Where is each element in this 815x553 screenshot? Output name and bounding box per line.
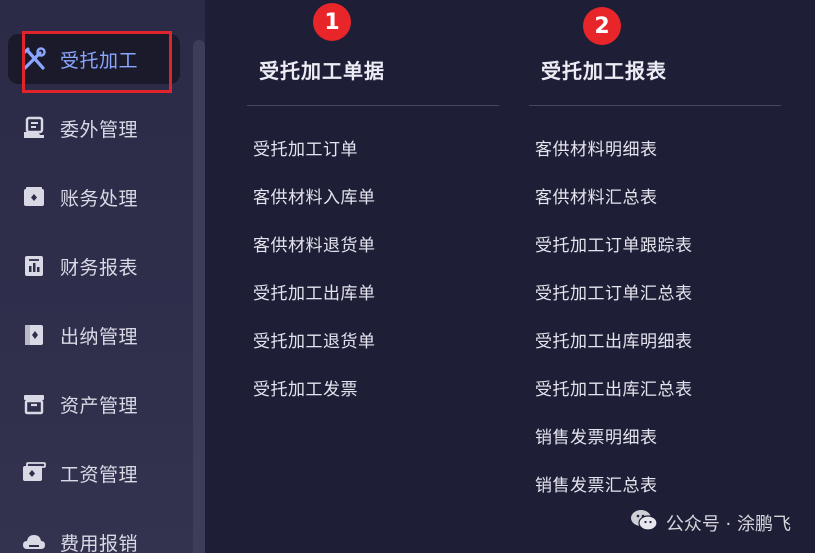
- menu-link[interactable]: 销售发票明细表: [535, 423, 658, 448]
- section-divider: [529, 105, 781, 106]
- watermark: 公众号 · 涂鹏飞: [630, 508, 791, 537]
- sidebar-item-payroll[interactable]: 工资管理: [8, 448, 180, 498]
- highlight-annotation: [22, 31, 172, 93]
- menu-link[interactable]: 受托加工退货单: [253, 327, 376, 352]
- sidebar-item-label: 财务报表: [60, 256, 139, 279]
- section-title-documents: 受托加工单据: [259, 59, 385, 83]
- menu-link[interactable]: 客供材料入库单: [253, 183, 376, 208]
- section-divider: [247, 105, 499, 106]
- box-icon: [20, 183, 48, 211]
- watermark-text: 公众号 · 涂鹏飞: [665, 513, 791, 535]
- sidebar: 受托加工 委外管理 账务处理 财务报表 出纳管理 资产管理 工资管理 费用报销: [0, 0, 205, 553]
- sidebar-item-accounting[interactable]: 账务处理: [8, 172, 180, 222]
- sidebar-item-label: 费用报销: [60, 532, 139, 553]
- menu-link[interactable]: 受托加工订单汇总表: [535, 279, 693, 304]
- menu-link[interactable]: 受托加工发票: [253, 375, 358, 400]
- menu-link[interactable]: 客供材料汇总表: [535, 183, 658, 208]
- section-title-reports: 受托加工报表: [541, 59, 667, 83]
- sidebar-item-financial-reports[interactable]: 财务报表: [8, 241, 180, 291]
- document-hand-icon: [20, 114, 48, 142]
- sidebar-item-label: 账务处理: [60, 187, 139, 210]
- sidebar-item-cashier[interactable]: 出纳管理: [8, 310, 180, 360]
- menu-link[interactable]: 客供材料明细表: [535, 135, 658, 160]
- menu-link[interactable]: 客供材料退货单: [253, 231, 376, 256]
- sidebar-item-label: 工资管理: [60, 463, 139, 486]
- sidebar-item-assets[interactable]: 资产管理: [8, 379, 180, 429]
- menu-link[interactable]: 受托加工出库明细表: [535, 327, 693, 352]
- step-badge-1: 1: [313, 3, 351, 41]
- step-badge-2: 2: [583, 7, 621, 45]
- menu-link[interactable]: 受托加工订单: [253, 135, 358, 160]
- menu-link[interactable]: 受托加工出库汇总表: [535, 375, 693, 400]
- report-icon: [20, 252, 48, 280]
- sidebar-item-outsourcing[interactable]: 委外管理: [8, 103, 180, 153]
- archive-icon: [20, 390, 48, 418]
- menu-link[interactable]: 受托加工出库单: [253, 279, 376, 304]
- wechat-icon: [630, 508, 658, 537]
- menu-link[interactable]: 受托加工订单跟踪表: [535, 231, 693, 256]
- sidebar-scrollbar[interactable]: [193, 40, 205, 553]
- sidebar-item-label: 出纳管理: [60, 325, 139, 348]
- sidebar-item-label: 委外管理: [60, 118, 139, 141]
- cash-icon: [20, 321, 48, 349]
- sidebar-item-label: 资产管理: [60, 394, 139, 417]
- wallet-icon: [20, 459, 48, 487]
- menu-link[interactable]: 销售发票汇总表: [535, 471, 658, 496]
- cloud-icon: [20, 528, 48, 553]
- sidebar-item-expenses[interactable]: 费用报销: [8, 517, 180, 553]
